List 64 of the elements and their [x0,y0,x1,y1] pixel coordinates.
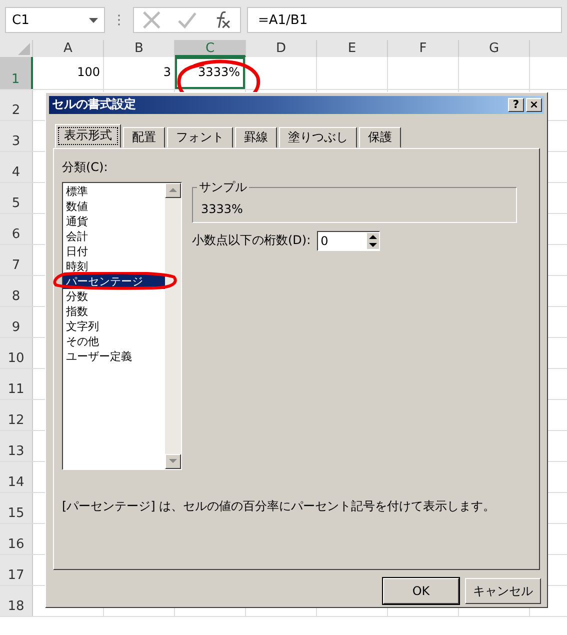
row-header[interactable]: 12 [0,400,33,430]
row-header[interactable]: 5 [0,183,33,213]
tab[interactable]: 罫線 [235,126,277,148]
list-item[interactable]: 通貨 [63,214,165,229]
check-icon[interactable] [177,11,197,29]
row-header[interactable]: 4 [0,152,33,182]
down-arrow-icon[interactable] [169,459,177,464]
tab[interactable]: フォント [167,126,233,148]
list-item[interactable]: 指数 [63,304,165,319]
row-header[interactable]: 14 [0,462,33,492]
description-text: [パーセンテージ] は、セルの値の百分率にパーセント記号を付けて表示します。 [62,498,496,515]
cancel-icon[interactable] [142,11,162,29]
close-button[interactable]: × [526,98,542,112]
sample-label: サンプル [197,178,249,196]
category-list[interactable]: 標準 数値 通貨 会計 日付 時刻 パーセンテージ 分数 指数 文字列 その他 ユーザー定義 [62,182,182,470]
row-header[interactable]: 18 [0,586,33,616]
row-header[interactable]: 9 [0,307,33,337]
row-header[interactable]: 10 [0,338,33,368]
table-cell-text: 100 [76,64,101,81]
row-header[interactable]: 3 [0,121,33,151]
row-header[interactable]: 13 [0,431,33,461]
column-header[interactable]: A [33,40,104,57]
name-box[interactable]: C1 [5,7,105,33]
tab[interactable]: 保護 [359,126,401,148]
row-header[interactable]: 8 [0,276,33,306]
list-item[interactable]: 日付 [63,244,165,259]
table-cell: 3333% [175,57,245,89]
row-header[interactable]: 6 [0,214,33,244]
tab[interactable]: 塗りつぶし [279,126,357,148]
formula-field[interactable]: =A1/B1 [247,7,562,33]
tab[interactable]: 配置 [123,126,165,148]
cancel-button[interactable]: キャンセル [465,578,541,604]
tab[interactable]: 表示形式 [55,124,121,148]
list-item[interactable]: 文字列 [63,318,165,334]
list-item[interactable]: ユーザー定義 [63,348,165,364]
select-all-icon[interactable] [18,43,30,55]
more-icon[interactable]: ⋮ [111,12,127,28]
list-item[interactable]: その他 [63,334,165,349]
dialog-title: セルの書式設定 [52,96,137,114]
column-header[interactable]: D [246,40,317,57]
sample-value: 3333% [201,202,243,216]
row-header[interactable]: 15 [0,493,33,523]
list-item[interactable]: 時刻 [63,258,165,274]
list-item[interactable]: 会計 [63,228,165,244]
row-header[interactable]: 16 [0,524,33,554]
scrollbar[interactable] [165,182,181,469]
row-header[interactable]: 11 [0,369,33,399]
list-item[interactable]: 数値 [63,198,165,214]
decimals-label: 小数点以下の桁数(D): [192,232,311,250]
up-arrow-icon[interactable] [169,188,177,192]
table-cell-text: 3 [162,64,172,81]
category-label: 分類(C): [62,158,109,176]
column-header[interactable]: F [388,40,459,57]
help-button[interactable]: ? [508,98,524,112]
caret-icon [89,18,98,22]
row-header[interactable]: 17 [0,555,33,585]
column-header[interactable]: G [459,40,530,57]
column-header[interactable]: E [317,40,388,57]
row-header[interactable]: 2 [0,90,33,120]
ok-button[interactable]: OK [383,578,459,604]
row-header[interactable]: 7 [0,245,33,275]
list-item[interactable]: 分数 [63,288,165,304]
list-item[interactable]: 標準 [63,184,165,199]
decimals-spinbox[interactable]: 0 [316,230,380,251]
